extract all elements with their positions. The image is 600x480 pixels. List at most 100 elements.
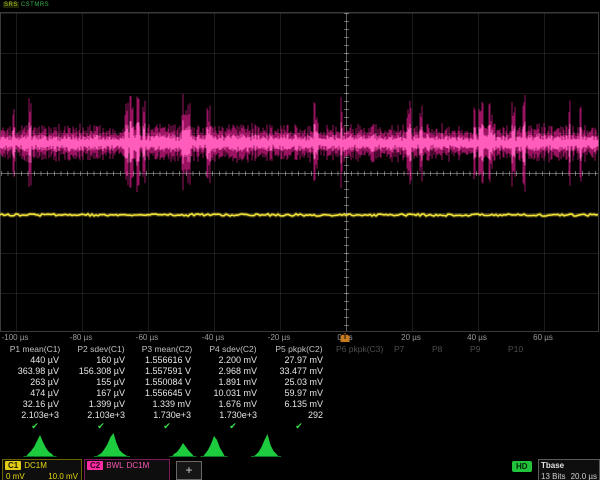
measure-value [428,399,466,410]
measure-value [390,388,428,399]
measure-value: 1.891 mV [200,377,266,388]
hd-mode-badge: HD [512,461,532,472]
waveform-traces[interactable] [0,12,599,332]
measure-value [390,355,428,366]
measure-row-max: 474 µV167 µV1.556645 V10.031 mV59.97 mV [2,388,598,399]
histicon[interactable] [173,443,194,456]
meas-col-header-p4[interactable]: P4 sdev(C2) [200,344,266,355]
measure-value: 2.103e+3 [2,410,68,421]
channel1-descriptor-box[interactable]: C1 DC1M 0 mV 10.0 mV [2,459,82,480]
measure-value: 1.399 µV [68,399,134,410]
measure-value [504,410,542,421]
measure-value: 160 µV [68,355,134,366]
time-axis-label: 20 µs [401,333,421,342]
measure-value [504,366,542,377]
histicon-baseline [94,456,130,457]
measure-value: 2.968 mV [200,366,266,377]
measure-value [390,377,428,388]
measure-value [428,355,466,366]
measure-value: 1.730e+3 [134,410,200,421]
measure-value: 167 µV [68,388,134,399]
measure-value: 1.730e+3 [200,410,266,421]
top-annotation: SRSCSTMRS [3,2,49,8]
annotation-left: SRS [3,2,19,8]
channel2-descriptor-box[interactable]: C2 BWL DC1M [84,459,170,480]
histicon[interactable] [27,435,54,456]
measure-value [332,399,390,410]
timebase-per-div: 20.0 µs [571,471,597,480]
channel2-coupling: DC1M [127,461,150,470]
measure-value [428,410,466,421]
measure-row-num: 2.103e+32.103e+31.730e+31.730e+3292 [2,410,598,421]
time-axis-label: -60 µs [136,333,158,342]
meas-col-header-p8[interactable]: P8 [428,344,466,355]
histicon[interactable] [204,436,225,456]
measurement-table: P1 mean(C1)P2 sdev(C1)P3 mean(C2)P4 sdev… [2,344,598,432]
measure-value [390,410,428,421]
annotation-right: CSTMRS [21,2,49,8]
measure-value [466,377,504,388]
channel1-scale: 10.0 mV [48,471,78,480]
oscilloscope-screen: SRSCSTMRS -100 µs-80 µs-60 µs-40 µs-20 µ… [0,0,600,480]
meas-col-header-p3[interactable]: P3 mean(C2) [134,344,200,355]
meas-col-header-p2[interactable]: P2 sdev(C1) [68,344,134,355]
measure-value [466,388,504,399]
measure-value: 474 µV [2,388,68,399]
meas-col-header-p7[interactable]: P7 [390,344,428,355]
add-trace-button[interactable]: + [176,461,202,480]
measure-value [504,388,542,399]
meas-col-header-p5[interactable]: P5 pkpk(C2) [266,344,332,355]
measure-value: 10.031 mV [200,388,266,399]
measure-value: 155 µV [68,377,134,388]
meas-col-header-p10[interactable]: P10 [504,344,542,355]
measure-value: 440 µV [2,355,68,366]
measure-value [332,355,390,366]
measure-value [332,410,390,421]
meas-col-header-p1[interactable]: P1 mean(C1) [2,344,68,355]
measure-value [428,388,466,399]
measure-value: 263 µV [2,377,68,388]
measure-value [466,399,504,410]
channel2-chip: C2 [87,461,103,470]
meas-col-header-p6[interactable]: P6 pkpk(C3) [332,344,390,355]
measure-row-value: 440 µV160 µV1.556616 V2.200 mV27.97 mV [2,355,598,366]
measure-value: 1.339 mV [134,399,200,410]
histicon-baseline [24,456,57,457]
histicon[interactable] [97,433,127,456]
measure-value: 2.200 mV [200,355,266,366]
measurement-histicons [0,431,600,458]
measure-value: 27.97 mV [266,355,332,366]
measure-value [428,366,466,377]
measure-value: 33.477 mV [266,366,332,377]
measure-value: 1.676 mV [200,399,266,410]
time-axis: -100 µs-80 µs-60 µs-40 µs-20 µs0 µs20 µs… [0,333,600,344]
time-axis-label: -20 µs [268,333,290,342]
meas-col-header-p9[interactable]: P9 [466,344,504,355]
channel1-offset: 0 mV [6,471,25,480]
histicon-baseline [251,456,281,457]
measure-value [466,366,504,377]
measure-value [332,377,390,388]
histicon[interactable] [254,434,278,456]
measure-value [390,399,428,410]
histicon-baseline [170,456,197,457]
measure-value: 292 [266,410,332,421]
channel2-bwl-badge: BWL [106,461,123,470]
time-axis-label: -80 µs [70,333,92,342]
measurement-header-row: P1 mean(C1)P2 sdev(C1)P3 mean(C2)P4 sdev… [2,344,598,355]
measure-value: 59.97 mV [266,388,332,399]
measure-row-sdev: 32.16 µV1.399 µV1.339 mV1.676 mV6.135 mV [2,399,598,410]
timebase-label: Tbase [541,461,564,470]
measure-value: 156.308 µV [68,366,134,377]
timebase-descriptor-box[interactable]: Tbase 13 Bits 20.0 µs [538,459,600,480]
measure-value [466,410,504,421]
measure-value [390,366,428,377]
measure-value: 2.103e+3 [68,410,134,421]
measure-value [332,366,390,377]
measure-value: 1.550084 V [134,377,200,388]
time-axis-label: -40 µs [202,333,224,342]
channel1-coupling: DC1M [24,461,47,470]
measure-value: 363.98 µV [2,366,68,377]
measure-row-mean: 363.98 µV156.308 µV1.557591 V2.968 mV33.… [2,366,598,377]
measure-value: 1.556645 V [134,388,200,399]
